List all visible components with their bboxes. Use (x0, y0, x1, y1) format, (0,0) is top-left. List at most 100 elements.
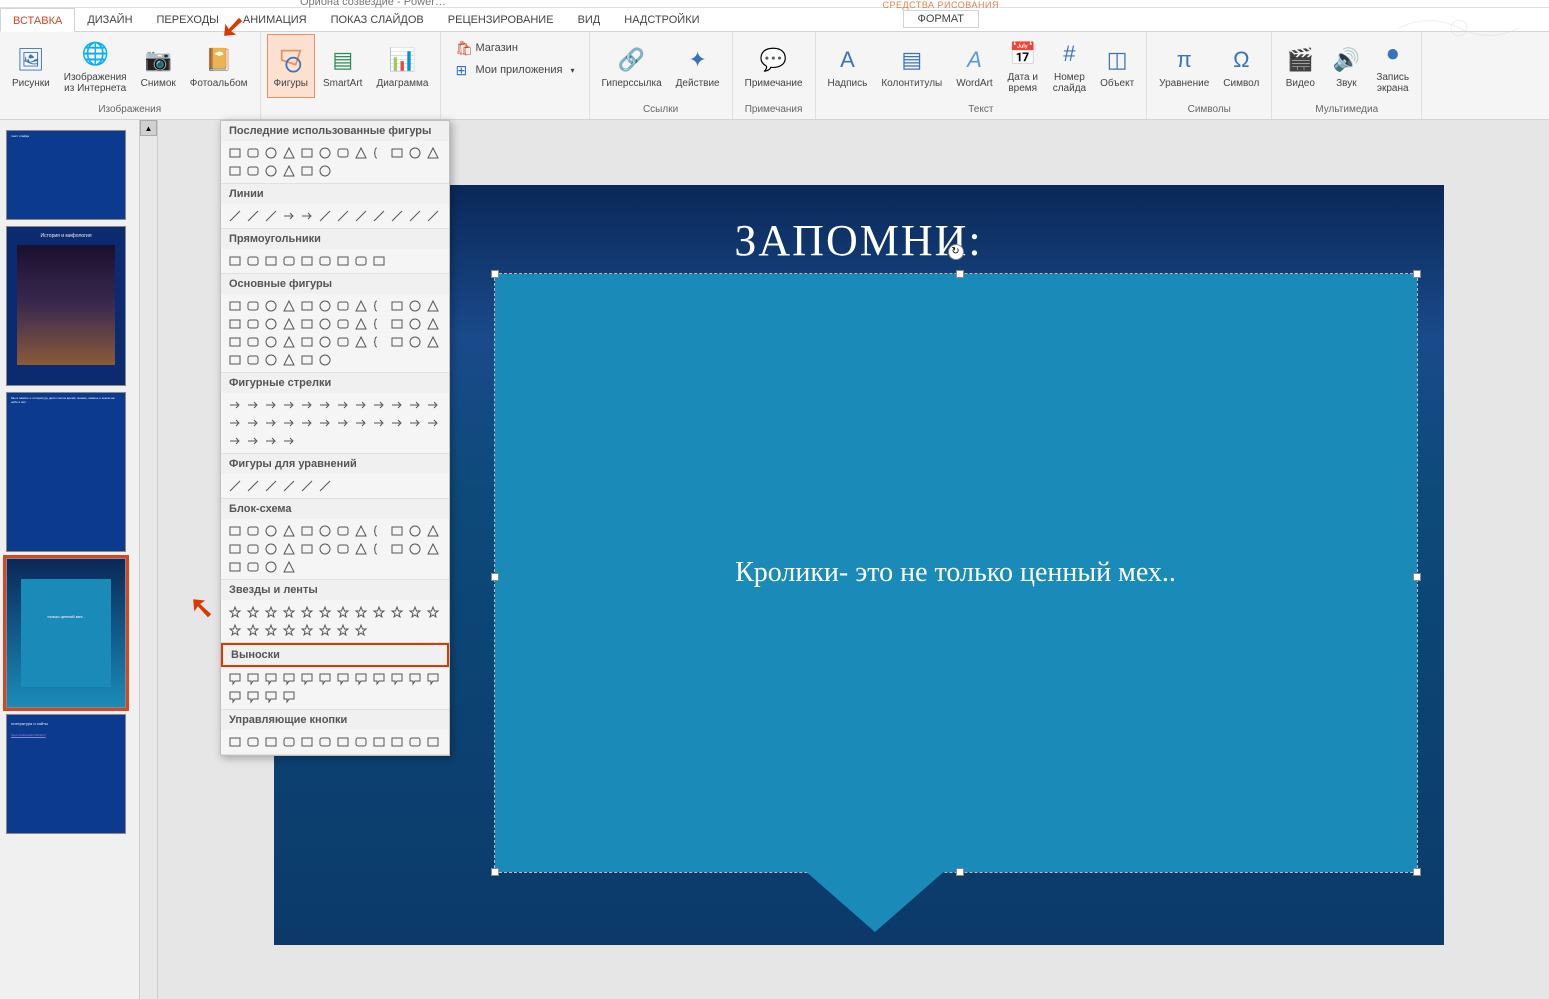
shape-item[interactable] (425, 415, 441, 431)
shape-item[interactable] (263, 334, 279, 350)
shape-item[interactable] (245, 622, 261, 638)
shape-item[interactable] (317, 298, 333, 314)
shape-item[interactable] (353, 298, 369, 314)
shape-item[interactable] (425, 671, 441, 687)
date-time-button[interactable]: 📅 Дата и время (1001, 34, 1045, 98)
store-button[interactable]: 🛍 Магазин (451, 38, 578, 58)
shape-item[interactable] (335, 298, 351, 314)
shape-item[interactable] (371, 145, 387, 161)
shape-item[interactable] (227, 541, 243, 557)
tab-design[interactable]: ДИЗАЙН (75, 8, 144, 32)
slide-thumb-4[interactable]: только ценный мех.. (6, 558, 126, 708)
video-button[interactable]: 🎬 Видео (1278, 34, 1322, 98)
shape-item[interactable] (281, 559, 297, 575)
shape-item[interactable] (317, 478, 333, 494)
shape-item[interactable] (245, 208, 261, 224)
callout-shape-selected[interactable]: ↻ Кролики- это не только ценный мех.. (494, 273, 1418, 873)
myapps-button[interactable]: ⊞ Мои приложения ▾ (451, 60, 578, 80)
shape-item[interactable] (245, 397, 261, 413)
shape-item[interactable] (335, 604, 351, 620)
header-footer-button[interactable]: ▤ Колонтитулы (875, 34, 948, 98)
shape-item[interactable] (263, 163, 279, 179)
shape-item[interactable] (281, 415, 297, 431)
shape-item[interactable] (371, 415, 387, 431)
shape-item[interactable] (245, 316, 261, 332)
action-button[interactable]: ✦ Действие (670, 34, 726, 98)
shape-item[interactable] (335, 734, 351, 750)
shape-item[interactable] (317, 604, 333, 620)
shape-item[interactable] (281, 671, 297, 687)
shape-item[interactable] (335, 253, 351, 269)
symbol-button[interactable]: Ω Символ (1217, 34, 1265, 98)
rotate-handle[interactable]: ↻ (948, 244, 964, 260)
shape-item[interactable] (335, 316, 351, 332)
tab-transitions[interactable]: ПЕРЕХОДЫ (145, 8, 231, 32)
shape-item[interactable] (389, 604, 405, 620)
slide-number-button[interactable]: # Номер слайда (1047, 34, 1092, 98)
object-button[interactable]: ◫ Объект (1094, 34, 1140, 98)
shape-item[interactable] (227, 298, 243, 314)
shape-item[interactable] (281, 352, 297, 368)
thumbs-scrollbar[interactable]: ▲ (140, 120, 158, 999)
shape-item[interactable] (425, 734, 441, 750)
shape-item[interactable] (263, 298, 279, 314)
shape-item[interactable] (299, 334, 315, 350)
shape-item[interactable] (389, 298, 405, 314)
shape-item[interactable] (263, 734, 279, 750)
shape-item[interactable] (353, 334, 369, 350)
shape-item[interactable] (245, 433, 261, 449)
shape-item[interactable] (353, 208, 369, 224)
shape-item[interactable] (281, 604, 297, 620)
shape-item[interactable] (317, 253, 333, 269)
shape-item[interactable] (281, 689, 297, 705)
shape-item[interactable] (281, 523, 297, 539)
shape-item[interactable] (299, 478, 315, 494)
shape-item[interactable] (299, 415, 315, 431)
shape-item[interactable] (389, 145, 405, 161)
shape-item[interactable] (371, 253, 387, 269)
shape-item[interactable] (335, 397, 351, 413)
shape-item[interactable] (335, 671, 351, 687)
shape-item[interactable] (353, 253, 369, 269)
shape-item[interactable] (335, 523, 351, 539)
handle-bl[interactable] (491, 868, 499, 876)
shape-item[interactable] (263, 541, 279, 557)
shape-item[interactable] (263, 622, 279, 638)
shape-item[interactable] (281, 334, 297, 350)
shape-item[interactable] (407, 671, 423, 687)
shape-item[interactable] (245, 689, 261, 705)
shape-item[interactable] (425, 604, 441, 620)
shape-item[interactable] (263, 397, 279, 413)
shape-item[interactable] (227, 622, 243, 638)
shape-item[interactable] (425, 208, 441, 224)
shape-item[interactable] (407, 415, 423, 431)
shape-item[interactable] (353, 622, 369, 638)
shape-item[interactable] (317, 145, 333, 161)
shape-item[interactable] (227, 334, 243, 350)
shape-item[interactable] (371, 523, 387, 539)
shape-item[interactable] (317, 163, 333, 179)
shape-item[interactable] (425, 397, 441, 413)
shape-item[interactable] (299, 298, 315, 314)
shape-item[interactable] (245, 163, 261, 179)
shape-item[interactable] (353, 415, 369, 431)
shape-item[interactable] (245, 541, 261, 557)
pictures-button[interactable]: 🖼 Рисунки (6, 34, 56, 98)
slide-thumb-5[interactable]: литература и сайты https://wikipedia/139… (6, 714, 126, 834)
textbox-button[interactable]: A Надпись (822, 34, 874, 98)
shape-item[interactable] (245, 523, 261, 539)
shape-item[interactable] (353, 604, 369, 620)
shape-item[interactable] (425, 298, 441, 314)
tab-addins[interactable]: НАДСТРОЙКИ (612, 8, 711, 32)
shape-item[interactable] (263, 316, 279, 332)
shape-item[interactable] (227, 415, 243, 431)
shape-item[interactable] (371, 541, 387, 557)
handle-tc[interactable] (956, 270, 964, 278)
shape-item[interactable] (407, 397, 423, 413)
shape-item[interactable] (353, 316, 369, 332)
shape-item[interactable] (407, 734, 423, 750)
shape-item[interactable] (263, 415, 279, 431)
shape-item[interactable] (353, 523, 369, 539)
shape-item[interactable] (227, 145, 243, 161)
tab-insert[interactable]: ВСТАВКА (0, 8, 75, 32)
